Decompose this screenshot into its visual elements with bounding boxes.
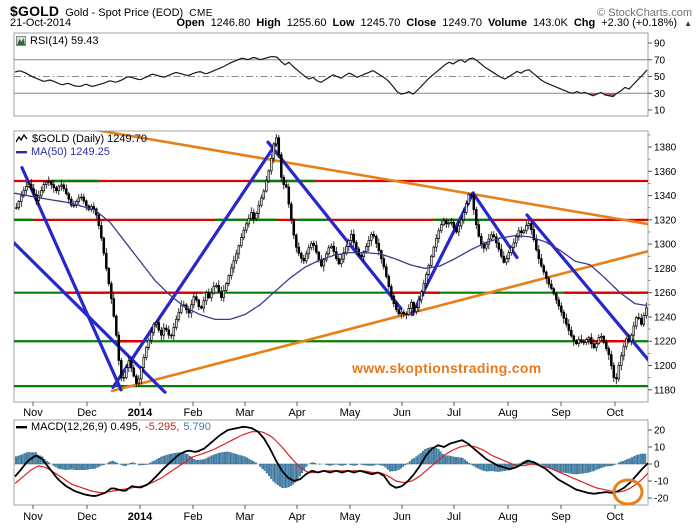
- x-axis-label: Feb: [184, 407, 203, 419]
- change-up-arrow: ▲: [684, 19, 692, 28]
- x-axis-label: Apr: [288, 511, 305, 523]
- macd-legend-main: MACD(12,26,9) 0.495,: [31, 421, 142, 433]
- change-label: Chg: [573, 17, 596, 29]
- macd-y-axis-label: 0: [654, 460, 660, 471]
- x-axis-label: Dec: [77, 407, 97, 419]
- price-y-axis-label: 1340: [654, 191, 677, 202]
- rsi-y-axis-label: 50: [654, 72, 666, 83]
- macd-y-axis-label: 20: [654, 426, 666, 437]
- open-value: 1246.80: [210, 17, 251, 29]
- x-axis-label: Mar: [236, 511, 255, 523]
- chart-canvas: 90 70 50 30 10 1380 1360 1340 1320 1300 1280 1260 12…: [13, 32, 677, 523]
- x-axis-label: Sep: [551, 407, 571, 419]
- rsi-y-axis-label: 70: [654, 55, 666, 66]
- macd-y-axis-label: -10: [654, 477, 669, 488]
- x-axis-label: May: [340, 407, 361, 419]
- open-label: Open: [176, 17, 205, 29]
- rsi-y-axis-label: 90: [654, 39, 666, 50]
- orange-trendline-0: [93, 131, 648, 226]
- price-y-axis-label: 1260: [654, 288, 677, 299]
- ma50-legend-label: MA(50) 1249.25: [31, 146, 110, 158]
- low-label: Low: [332, 17, 355, 29]
- price-legend: $GOLD (Daily) 1249.70: [15, 133, 147, 145]
- price-y-axis-label: 1380: [654, 143, 677, 154]
- x-axis-label: Oct: [606, 511, 623, 523]
- x-axis-label: Feb: [184, 511, 203, 523]
- price-y-axis-label: 1320: [654, 215, 677, 226]
- x-axis-label: 2014: [128, 407, 153, 419]
- close-value: 1249.70: [442, 17, 483, 29]
- high-value: 1255.60: [286, 17, 327, 29]
- close-label: Close: [406, 17, 437, 29]
- x-axis-label: Jul: [447, 511, 461, 523]
- quote-date: 21-Oct-2014: [10, 17, 72, 29]
- volume-value: 143.0K: [532, 17, 568, 29]
- x-axis-label: Mar: [236, 407, 255, 419]
- macd-histogram: [14, 446, 647, 488]
- x-axis-label: Jun: [393, 407, 411, 419]
- change-value: +2.30 (+0.18%): [601, 17, 678, 29]
- rsi-legend-label: RSI(14) 59.43: [30, 35, 99, 47]
- panel-border: [13, 32, 649, 117]
- price-legend-label: $GOLD (Daily) 1249.70: [32, 133, 147, 145]
- x-axis-label: May: [340, 511, 361, 523]
- x-axis-label: Aug: [498, 407, 518, 419]
- price-y-axis-label: 1300: [654, 240, 677, 251]
- x-axis-label: Sep: [551, 511, 571, 523]
- low-value: 1245.70: [360, 17, 401, 29]
- blue-trendline-5: [266, 140, 403, 311]
- high-label: High: [256, 17, 281, 29]
- price-y-axis-label: 1240: [654, 312, 677, 323]
- volume-label: Volume: [488, 17, 527, 29]
- price-series-icon: [15, 133, 28, 144]
- macd-legend: MACD(12,26,9) 0.495, -5.295, 5.790: [16, 421, 211, 433]
- price-y-axis-label: 1180: [654, 385, 676, 396]
- watermark-link: www.skoptionstrading.com: [352, 360, 542, 376]
- macd-legend-signal: -5.295,: [145, 421, 180, 433]
- ma50-line-icon: [16, 150, 27, 154]
- rsi-legend: RSI(14) 59.43: [16, 35, 98, 47]
- price-y-axis-label: 1280: [654, 264, 677, 275]
- blue-trendline-4: [111, 140, 279, 389]
- quote-row: 21-Oct-2014 Open 1246.80 High 1255.60 Lo…: [10, 17, 692, 29]
- ma50-legend: MA(50) 1249.25: [16, 146, 110, 158]
- rsi-y-axis-label: 10: [654, 106, 666, 117]
- price-y-axis-label: 1200: [654, 361, 677, 372]
- macd-y-axis-label: 10: [654, 443, 666, 454]
- ma50-line-series: [14, 192, 648, 321]
- x-axis-label: Jul: [447, 407, 461, 419]
- x-axis-label: Aug: [498, 511, 518, 523]
- candlestick-series: [15, 134, 648, 387]
- price-y-axis-label: 1220: [654, 337, 677, 348]
- rsi-y-axis-label: 30: [654, 89, 666, 100]
- x-axis-label: Jun: [393, 511, 411, 523]
- x-axis-label: Apr: [288, 407, 305, 419]
- x-axis-label: 2014: [128, 511, 153, 523]
- macd-legend-hist: 5.790: [183, 421, 211, 433]
- rsi-indicator-icon: [16, 36, 26, 46]
- stockcharts-gold-chart: 90 70 50 30 10 1380 1360 1340 1320 1300 1280 1260 12…: [0, 0, 700, 530]
- x-axis-label: Nov: [23, 511, 43, 523]
- x-axis-label: Dec: [77, 511, 97, 523]
- x-axis-label: Oct: [606, 407, 623, 419]
- x-axis-label: Nov: [23, 407, 43, 419]
- price-y-axis-label: 1360: [654, 167, 677, 178]
- macd-y-axis-label: -20: [654, 494, 669, 505]
- ohlc-quote: Open 1246.80 High 1255.60 Low 1245.70 Cl…: [176, 17, 692, 29]
- macd-line-icon: [16, 425, 27, 429]
